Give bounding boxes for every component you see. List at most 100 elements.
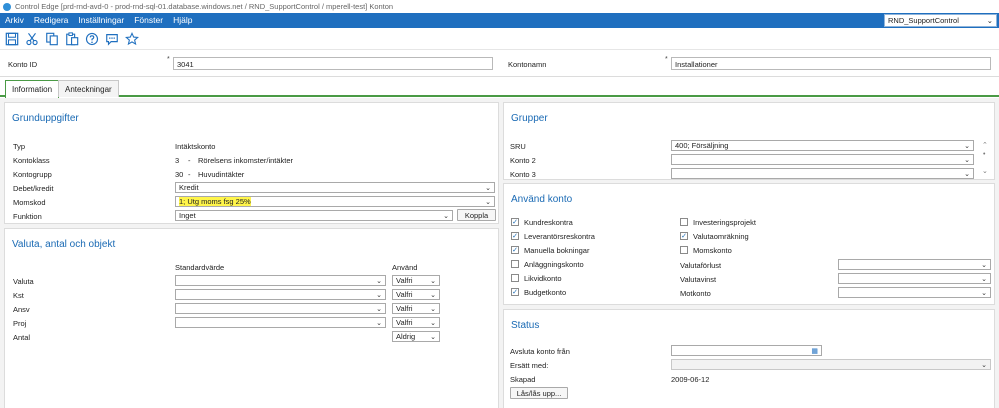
- konto-id-label: Konto ID: [8, 60, 38, 69]
- menu-redigera[interactable]: Redigera: [29, 13, 74, 28]
- investeringsprojekt-checkbox[interactable]: [680, 218, 688, 226]
- chevron-down-icon: ⌄: [443, 212, 449, 220]
- chevron-down-icon: ⌄: [430, 277, 436, 285]
- konto2-select[interactable]: ⌄: [671, 154, 974, 165]
- status-title: Status: [511, 320, 540, 331]
- chevron-down-icon: ⌄: [430, 319, 436, 327]
- chevron-down-icon: ⌄: [430, 333, 436, 341]
- leverantorsreskontra-checkbox[interactable]: ✓: [511, 232, 519, 240]
- scroll-thumb-icon[interactable]: •: [983, 151, 985, 158]
- kontogrupp-code: 30: [175, 170, 184, 179]
- tab-anteckningar[interactable]: Anteckningar: [58, 80, 119, 97]
- copy-icon[interactable]: [44, 31, 60, 47]
- chevron-down-icon: ⌄: [981, 361, 987, 369]
- valuta-standard-select[interactable]: ⌄: [175, 275, 386, 286]
- proj-anvand-select[interactable]: Valfri ⌄: [392, 317, 440, 328]
- favorite-star-icon[interactable]: [124, 31, 140, 47]
- sru-value: 400; Försäljning: [675, 141, 729, 150]
- funktion-label: Funktion: [13, 212, 42, 221]
- kst-anvand-select[interactable]: Valfri ⌄: [392, 289, 440, 300]
- ersatt-med-select[interactable]: ⌄: [671, 359, 991, 370]
- menu-arkiv[interactable]: Arkiv: [0, 13, 29, 28]
- chevron-down-icon: ⌄: [376, 319, 382, 327]
- antal-anvand-select[interactable]: Aldrig ⌄: [392, 331, 440, 342]
- ansv-anvand-select[interactable]: Valfri ⌄: [392, 303, 440, 314]
- valutaforlust-select[interactable]: ⌄: [838, 259, 991, 270]
- grunduppgifter-title: Grunduppgifter: [12, 113, 79, 124]
- valuta-panel: Valuta, antal och objekt Standardvärde A…: [4, 228, 499, 408]
- proj-standard-select[interactable]: ⌄: [175, 317, 386, 328]
- ersatt-med-label: Ersätt med:: [510, 361, 549, 370]
- proj-row-label: Proj: [13, 319, 27, 328]
- valuta-row-label: Valuta: [13, 277, 34, 286]
- momskonto-label: Momskonto: [693, 246, 732, 255]
- tab-information[interactable]: Information: [5, 80, 60, 98]
- scroll-down-icon[interactable]: ⌄: [982, 167, 988, 175]
- typ-label: Typ: [13, 142, 26, 151]
- ansv-standard-select[interactable]: ⌄: [175, 303, 386, 314]
- momskonto-checkbox[interactable]: [680, 246, 688, 254]
- likvidkonto-label: Likvidkonto: [524, 274, 562, 283]
- anlaggningskonto-checkbox[interactable]: [511, 260, 519, 268]
- column-header-standardvarde: Standardvärde: [175, 263, 225, 272]
- chevron-down-icon: ⌄: [376, 277, 382, 285]
- kundreskontra-checkbox[interactable]: ✓: [511, 218, 519, 226]
- manuella-bokningar-checkbox[interactable]: ✓: [511, 246, 519, 254]
- kontoklass-value: Rörelsens inkomster/intäkter: [198, 156, 294, 165]
- column-header-anvand: Använd: [392, 263, 418, 272]
- menu-fonster[interactable]: Fönster: [129, 13, 168, 28]
- valuta-title: Valuta, antal och objekt: [12, 239, 116, 250]
- anvand-konto-panel: Använd konto ✓ Kundreskontra ✓ Leverantö…: [503, 183, 995, 305]
- content-area: Grunduppgifter Typ Intäktskonto Kontokla…: [0, 98, 999, 408]
- sru-select[interactable]: 400; Försäljning ⌄: [671, 140, 974, 151]
- menu-hjalp[interactable]: Hjälp: [168, 13, 197, 28]
- valutavinst-label: Valutavinst: [680, 275, 717, 284]
- calendar-icon[interactable]: ▦: [811, 347, 818, 355]
- chevron-down-icon: ⌄: [485, 198, 491, 206]
- konto3-select[interactable]: ⌄: [671, 168, 974, 179]
- skapad-value: 2009-06-12: [671, 375, 710, 384]
- kontonamn-label: Kontonamn: [508, 60, 547, 69]
- grupper-panel: Grupper SRU 400; Försäljning ⌄ Konto 2 ⌄…: [503, 102, 995, 180]
- budgetkonto-checkbox[interactable]: ✓: [511, 288, 519, 296]
- avsluta-konto-date-input[interactable]: ▦: [671, 345, 822, 356]
- kontoklass-separator: -: [188, 156, 191, 165]
- comment-icon[interactable]: [104, 31, 120, 47]
- scroll-up-icon[interactable]: ⌃: [982, 141, 988, 149]
- valutaforlust-label: Valutaförlust: [680, 261, 722, 270]
- paste-icon[interactable]: [64, 31, 80, 47]
- kontoklass-code: 3: [175, 156, 180, 165]
- momskod-select[interactable]: 1; Utg moms fsg 25% ⌄: [175, 196, 495, 207]
- cut-icon[interactable]: [24, 31, 40, 47]
- leverantorsreskontra-label: Leverantörsreskontra: [524, 232, 595, 241]
- valutaomrakning-checkbox[interactable]: ✓: [680, 232, 688, 240]
- las-las-upp-button[interactable]: Lås/lås upp...: [510, 387, 568, 399]
- momskod-label: Momskod: [13, 198, 46, 207]
- help-icon[interactable]: [84, 31, 100, 47]
- debet-kredit-select[interactable]: Kredit ⌄: [175, 182, 495, 193]
- menu-installningar[interactable]: Inställningar: [73, 13, 129, 28]
- valutavinst-select[interactable]: ⌄: [838, 273, 991, 284]
- chevron-down-icon: ⌄: [981, 289, 987, 297]
- motkonto-select[interactable]: ⌄: [838, 287, 991, 298]
- konto-id-required-marker: *: [167, 56, 170, 63]
- save-icon[interactable]: [4, 31, 20, 47]
- status-panel: Status Avsluta konto från ▦ Ersätt med: …: [503, 309, 995, 408]
- chevron-down-icon: ⌄: [964, 142, 970, 150]
- likvidkonto-checkbox[interactable]: [511, 274, 519, 282]
- skapad-label: Skapad: [510, 375, 536, 384]
- window-title: Control Edge [prd-rnd-avd-0 - prod-rnd-s…: [15, 2, 394, 11]
- funktion-select[interactable]: Inget ⌄: [175, 210, 453, 221]
- grupper-title: Grupper: [511, 113, 548, 124]
- proj-anvand-value: Valfri: [396, 318, 413, 327]
- kontonamn-input[interactable]: Installationer: [671, 57, 991, 70]
- database-select[interactable]: RND_SupportControl ⌄: [884, 14, 997, 27]
- sru-label: SRU: [510, 142, 526, 151]
- valuta-anvand-select[interactable]: Valfri ⌄: [392, 275, 440, 286]
- konto-id-input[interactable]: 3041: [173, 57, 493, 70]
- kontogrupp-separator: -: [188, 170, 191, 179]
- typ-value: Intäktskonto: [175, 142, 216, 151]
- kst-standard-select[interactable]: ⌄: [175, 289, 386, 300]
- momskod-value: 1; Utg moms fsg 25%: [179, 197, 251, 206]
- koppla-button[interactable]: Koppla: [457, 209, 496, 221]
